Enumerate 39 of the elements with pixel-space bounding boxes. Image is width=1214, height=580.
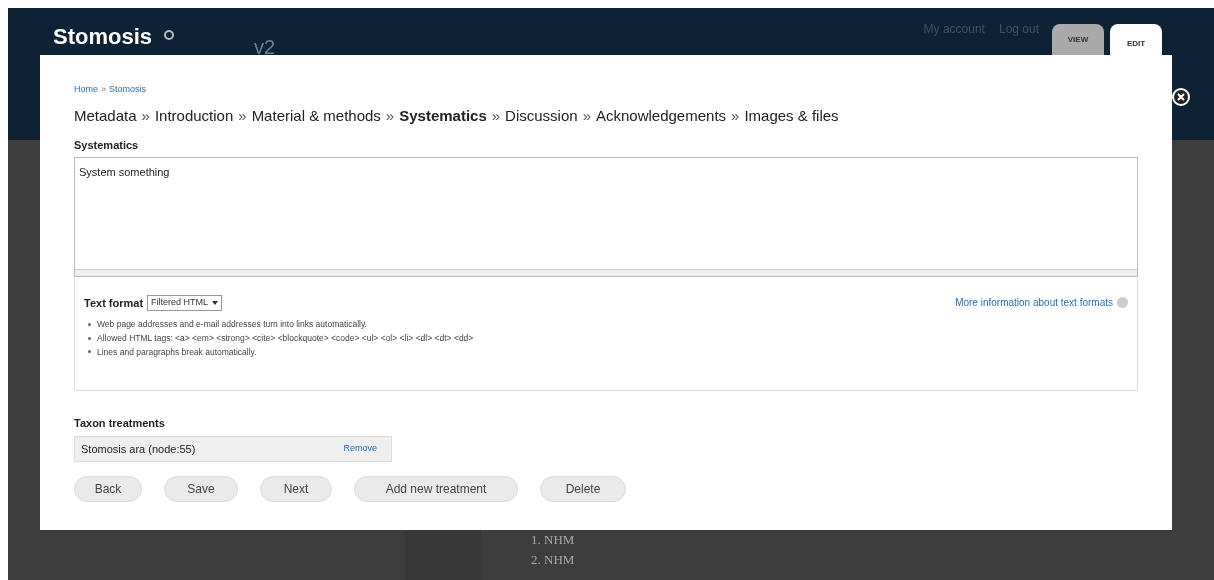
dropdown-icon [212, 300, 219, 305]
separator-text: » [141, 105, 150, 126]
list-item-text: 2. NHM [531, 550, 575, 569]
action-button[interactable]: Add new treatment [354, 476, 518, 502]
separator-text: » [385, 105, 395, 126]
help-link[interactable]: More information about text formats [955, 295, 1113, 311]
section-label: Taxon treatments [74, 415, 166, 431]
step-link[interactable]: Acknowledgements [596, 104, 727, 127]
text-format-label: Text format [84, 295, 144, 311]
action-button[interactable]: Save [164, 476, 238, 502]
step-link[interactable]: Systematics [399, 104, 487, 127]
separator-text: » [101, 83, 107, 96]
separator-text: » [731, 105, 740, 126]
step-link[interactable]: Introduction [154, 104, 234, 127]
tip-text: Lines and paragraphs break automatically. [97, 345, 257, 359]
tip-text: Web page addresses and e-mail addresses turn into links automatically. [97, 318, 367, 331]
breadcrumb-link[interactable]: Stomosis [109, 83, 147, 97]
step-link[interactable]: Material & methods [251, 104, 381, 127]
tip-text: Allowed HTML tags: <a> <em> <strong> <cite> <blockquote> <code> <ul> <ol> <li> <dl> <dt> <dd> [97, 331, 474, 345]
help-icon [1117, 297, 1128, 309]
site-title: Stomosis [53, 23, 153, 51]
tab[interactable]: VIEW [1052, 24, 1104, 56]
version-mark: v2 [254, 35, 276, 60]
action-button[interactable]: Back [74, 476, 142, 502]
list-item-text: 1. NHM [531, 531, 575, 549]
breadcrumb-link[interactable]: Home [74, 83, 98, 97]
field-label: Systematics [74, 138, 140, 153]
action-button[interactable]: Delete [540, 476, 626, 502]
step-link[interactable]: Metadata [74, 104, 137, 127]
separator-text: » [238, 105, 247, 126]
step-link[interactable]: Images & files [744, 104, 839, 127]
action-button[interactable]: Next [260, 476, 332, 502]
text-area[interactable]: System something [74, 156, 1138, 277]
separator-text: » [491, 105, 501, 126]
separator-text: » [582, 105, 591, 126]
step-link[interactable]: Discussion [505, 104, 578, 127]
treatment-name: Stomosis ara (node:55) [81, 441, 196, 457]
format-select[interactable]: Filtered HTML [147, 294, 223, 311]
remove-link[interactable]: Remove [343, 442, 377, 456]
